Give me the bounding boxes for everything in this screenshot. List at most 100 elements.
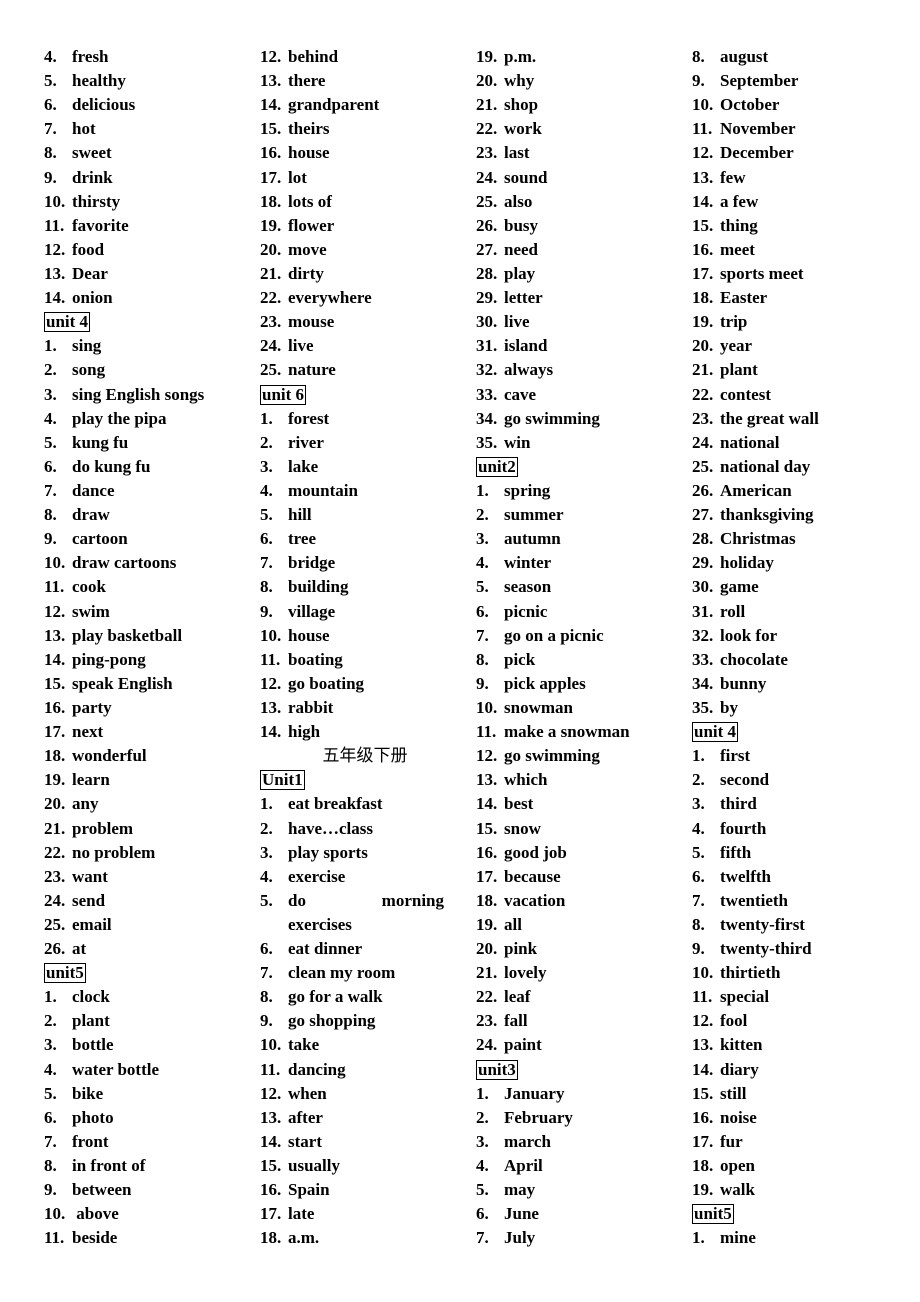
vocab-item: 14. ping-pong — [44, 648, 234, 672]
vocab-word: third — [720, 794, 757, 814]
item-number: 6. — [44, 95, 57, 115]
unit-header: Unit1 — [260, 768, 450, 792]
vocab-word: dance — [72, 480, 115, 500]
item-number: 14. — [476, 794, 498, 814]
vocab-word: sing — [72, 336, 102, 356]
vocab-word: grandparent — [288, 95, 380, 115]
item-number: 11. — [44, 577, 65, 597]
item-number: 12. — [44, 601, 66, 621]
vocab-word: autumn — [504, 529, 561, 549]
item-number: 24. — [692, 432, 714, 452]
vocab-word: rabbit — [288, 697, 334, 717]
vocab-word: few — [720, 167, 746, 187]
vocab-word: plant — [72, 1011, 110, 1031]
vocab-item: 5. healthy — [44, 69, 234, 93]
vocab-word: sports meet — [720, 263, 804, 283]
vocab-word: national — [720, 432, 780, 452]
item-number: 31. — [476, 336, 498, 356]
item-number: 24. — [476, 1035, 498, 1055]
item-number: 22. — [476, 119, 498, 139]
item-number: 33. — [476, 384, 498, 404]
vocab-item: 9. twenty-third — [692, 937, 882, 961]
vocab-item: 23. want — [44, 865, 234, 889]
vocab-item: 21. plant — [692, 358, 882, 382]
vocab-word: July — [504, 1228, 536, 1248]
item-number: 30. — [476, 312, 498, 332]
vocab-word: there — [288, 71, 326, 91]
vocab-word: have…class — [288, 818, 373, 838]
vocab-word: problem — [72, 818, 134, 838]
item-number: 8. — [476, 649, 489, 669]
vocab-item: 18. vacation — [476, 889, 666, 913]
vocab-item: 20. pink — [476, 937, 666, 961]
item-number: 16. — [476, 842, 498, 862]
item-number: 18. — [260, 1228, 282, 1248]
item-number: 19. — [260, 215, 282, 235]
vocab-word: a.m. — [288, 1228, 320, 1248]
vocab-item: 25. national day — [692, 455, 882, 479]
item-number: 20. — [44, 794, 66, 814]
item-number: 10. — [44, 191, 66, 211]
vocab-item: 26. at — [44, 937, 234, 961]
item-number: 23. — [476, 1011, 498, 1031]
vocab-word: building — [288, 577, 349, 597]
item-number: 8. — [44, 505, 57, 525]
vocab-item: 16. house — [260, 141, 450, 165]
vocab-word: go swimming — [504, 408, 600, 428]
vocab-word: November — [720, 119, 796, 139]
vocab-item: 11. November — [692, 117, 882, 141]
item-number: 19. — [692, 312, 714, 332]
vocab-item: 1. first — [692, 744, 882, 768]
vocab-word-part: morning — [381, 890, 444, 910]
item-number: 4. — [44, 408, 57, 428]
vocab-item: 6. do kung fu — [44, 455, 234, 479]
item-number: 8. — [44, 143, 57, 163]
vocab-word: in front of — [72, 1156, 146, 1176]
item-number: 7. — [692, 890, 705, 910]
vocab-word: nature — [288, 360, 336, 380]
vocab-word: trip — [720, 312, 748, 332]
vocab-item: 12. behind — [260, 45, 450, 69]
vocab-word: house — [288, 143, 330, 163]
item-number: 2. — [260, 818, 273, 838]
item-number: 3. — [44, 1035, 57, 1055]
item-number: 4. — [260, 480, 273, 500]
unit-header: unit 4 — [44, 310, 234, 334]
vocab-item: 30. game — [692, 575, 882, 599]
vocab-item: 7. front — [44, 1130, 234, 1154]
vocab-item: 7. dance — [44, 479, 234, 503]
vocab-word: by — [720, 697, 738, 717]
vocab-word: April — [504, 1156, 543, 1176]
item-number: 16. — [692, 239, 714, 259]
vocab-word: because — [504, 866, 561, 886]
vocab-item: 8. in front of — [44, 1154, 234, 1178]
item-number: 18. — [692, 288, 714, 308]
vocab-word: special — [720, 987, 770, 1007]
item-number: 13. — [44, 625, 66, 645]
vocab-word: august — [720, 47, 769, 66]
vocab-item: 9. cartoon — [44, 527, 234, 551]
item-number: 34. — [692, 673, 714, 693]
item-number: 3. — [692, 794, 705, 814]
vocab-word: between — [72, 1180, 132, 1200]
item-number: 11. — [44, 215, 65, 235]
vocab-item: 5. do morning — [260, 889, 450, 913]
vocab-word: contest — [720, 384, 771, 404]
vocab-word: island — [504, 336, 548, 356]
vocab-item: 13. rabbit — [260, 696, 450, 720]
vocab-item: 24. live — [260, 334, 450, 358]
item-number: 15. — [260, 1156, 282, 1176]
vocab-item: 17. lot — [260, 166, 450, 190]
item-number: 27. — [692, 505, 714, 525]
item-number: 26. — [44, 939, 66, 959]
vocab-word: why — [504, 71, 535, 91]
vocab-item: 1. eat breakfast — [260, 792, 450, 816]
vocab-item: 25. nature — [260, 358, 450, 382]
item-number: 1. — [692, 1228, 705, 1248]
vocab-word: take — [288, 1035, 320, 1055]
vocab-item: 6. eat dinner — [260, 937, 450, 961]
unit-header: unit 6 — [260, 383, 450, 407]
vocab-item: 2. February — [476, 1106, 666, 1130]
vocab-word: eat breakfast — [288, 794, 383, 814]
item-number: 3. — [260, 456, 273, 476]
